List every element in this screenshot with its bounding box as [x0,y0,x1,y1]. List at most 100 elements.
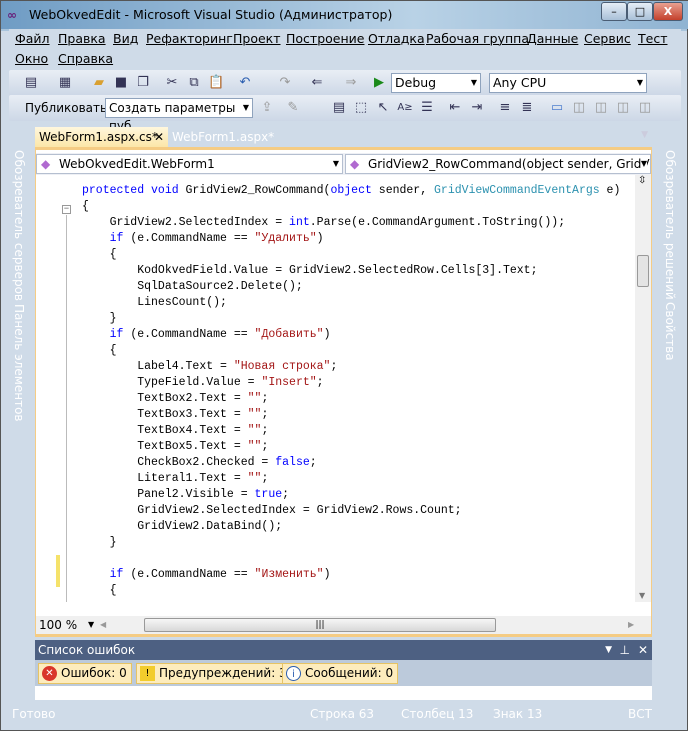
format-icon[interactable]: ▤ [331,100,347,116]
indicator-margin [36,175,52,602]
menu-item[interactable]: Сервис [584,31,631,46]
menu-item[interactable]: Файл [15,31,50,46]
pointer-icon[interactable]: ↖ [375,100,391,116]
messages-filter-button[interactable]: i Сообщений: 0 [282,663,399,684]
cut-icon[interactable]: ✂ [164,75,180,91]
paste-icon[interactable]: 📋 [208,75,224,91]
code-line: { [82,199,89,215]
properties-tab[interactable]: Свойства [663,302,677,361]
collapse-icon[interactable]: − [62,205,71,214]
next-folder-bookmark-icon[interactable]: ◫ [637,100,653,116]
code-token: ) [323,328,331,341]
minimize-button[interactable]: – [601,2,627,21]
outdent-icon[interactable]: ⇤ [447,100,463,116]
publish-icon[interactable]: ⇪ [259,100,275,116]
menu-item[interactable]: Рефакторинг [146,31,233,46]
warning-icon: ! [140,666,155,681]
class-dropdown[interactable]: ◆ WebOkvedEdit.WebForm1 ▼ [36,154,343,174]
code-token: GridView2_RowCommand( [185,184,331,197]
tab-webform1-aspx-cs[interactable]: WebForm1.aspx.cs* ✕ [35,127,168,147]
vertical-scrollbar[interactable]: ⇳ ▼ [635,175,651,602]
code-line: { [82,247,117,263]
navigate-forward-icon[interactable]: ⇒ [343,75,359,91]
menu-item[interactable]: Справка [58,51,113,66]
list-icon[interactable]: ☰ [419,100,435,116]
add-item-icon[interactable]: ▦ [57,75,73,91]
error-icon: ✕ [42,666,57,681]
navigate-backward-icon[interactable]: ⇐ [309,75,325,91]
tab-label: WebForm1.aspx* [172,130,275,144]
next-bookmark-icon[interactable]: ◫ [593,100,609,116]
code-token: TypeField.Value = [82,376,262,389]
code-token: ; [309,456,317,469]
edit-publish-icon[interactable]: ✎ [285,100,301,116]
chevron-down-icon[interactable]: ▼ [88,620,94,629]
code-line: Label4.Text = "Новая строка"; [82,359,337,375]
code-line: SqlDataSource2.Delete(); [82,279,303,295]
maximize-button[interactable]: □ [627,2,653,21]
solution-explorer-tab[interactable]: Обозреватель решений [663,150,677,300]
panel-menu-icon[interactable]: ▼ [605,640,612,660]
copy-icon[interactable]: ⧉ [186,75,202,91]
comment-icon[interactable]: ≡ [497,100,513,116]
close-button[interactable]: X [653,2,683,21]
right-dock: Обозреватель решений Свойства [660,128,682,368]
scroll-down-icon[interactable]: ▼ [639,591,645,600]
info-icon: i [286,666,301,681]
undo-icon[interactable]: ↶ [237,75,253,91]
indent-icon[interactable]: ⇥ [469,100,485,116]
bookmark-icon[interactable]: ▭ [549,100,565,116]
code-line: GridView2.DataBind(); [82,519,282,535]
select-icon[interactable]: ⬚ [353,100,369,116]
configuration-select[interactable]: Debug ▼ [391,73,481,93]
menu-item[interactable]: Отладка [368,31,425,46]
open-icon[interactable]: ▰ [91,75,107,91]
menu-item[interactable]: Проект [233,31,281,46]
scroll-right-icon[interactable]: ▶ [628,620,634,629]
pin-icon[interactable]: ⊥ [620,640,630,660]
prev-folder-bookmark-icon[interactable]: ◫ [615,100,631,116]
tab-webform1-aspx[interactable]: WebForm1.aspx* [168,127,278,147]
publish-select[interactable]: Создать параметры пуб ▼ [105,98,253,133]
save-icon[interactable]: ■ [113,75,129,91]
save-all-icon[interactable]: ❐ [135,75,151,91]
platform-select[interactable]: Any CPU ▼ [489,73,647,93]
tab-list-dropdown-icon[interactable]: ▼ [641,130,648,140]
warnings-filter-button[interactable]: ! Предупреждений: 3 [136,663,292,684]
split-icon[interactable]: ⇳ [638,175,646,186]
errors-filter-button[interactable]: ✕ Ошибок: 0 [38,663,132,684]
redo-icon[interactable]: ↷ [277,75,293,91]
code-token: { [82,200,89,213]
close-tab-icon[interactable]: ✕ [154,127,164,147]
member-dropdown[interactable]: ◆ GridView2_RowCommand(object sender, Gri… [345,154,651,174]
start-debug-icon[interactable]: ▶ [371,75,387,91]
tab-label: WebForm1.aspx.cs* [39,130,158,144]
document-tabs: WebForm1.aspx.cs* ✕ WebForm1.aspx* ▼ [35,127,652,147]
menu-item[interactable]: Вид [113,31,138,46]
menu-item[interactable]: Рабочая группа [426,31,529,46]
menu-item[interactable]: Построение [286,31,364,46]
horizontal-scroll-thumb[interactable]: ||| [144,618,496,632]
code-line: if (e.CommandName == "Изменить") [82,567,331,583]
vs-logo-icon: ∞ [7,8,17,22]
close-panel-icon[interactable]: ✕ [638,640,648,660]
font-icon[interactable]: A≥ [397,100,413,116]
scroll-thumb[interactable] [637,255,649,287]
menu-item[interactable]: Тест [638,31,667,46]
server-explorer-tab[interactable]: Обозреватель серверов [12,150,26,301]
code-area[interactable]: − protected void GridView2_RowCommand(ob… [36,175,636,602]
scroll-left-icon[interactable]: ◀ [100,620,106,629]
zoom-value[interactable]: 100 % [39,618,77,632]
uncomment-icon[interactable]: ≣ [519,100,535,116]
toolbox-tab[interactable]: Панель элементов [12,304,26,422]
code-line: Panel2.Visible = true; [82,487,289,503]
code-token: (e.CommandName == [123,328,255,341]
menu-item[interactable]: Правка [58,31,106,46]
menu-item[interactable]: Окно [15,51,48,66]
code-token: Literal1.Text = [82,472,248,485]
outline-line [66,215,67,602]
new-project-icon[interactable]: ▤ [23,75,39,91]
code-token: ; [261,424,269,437]
prev-bookmark-icon[interactable]: ◫ [571,100,587,116]
menu-item[interactable]: Данные [527,31,578,46]
